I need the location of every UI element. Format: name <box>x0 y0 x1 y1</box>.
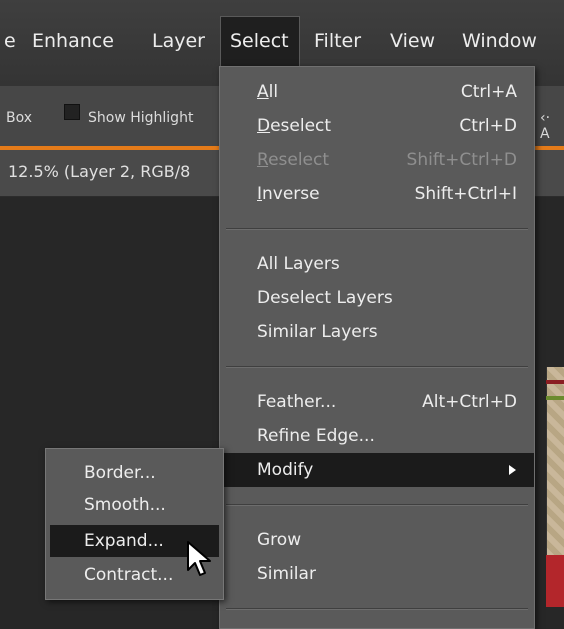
menu-item-label: Refine Edge... <box>257 426 375 446</box>
menu-item-similar-layers[interactable]: Similar Layers <box>220 315 534 349</box>
menu-layer[interactable]: Layer <box>152 28 205 54</box>
select-dropdown-menu: All Ctrl+A Deselect Ctrl+D Reselect Shif… <box>219 66 535 629</box>
menu-item-all[interactable]: All Ctrl+A <box>220 75 534 109</box>
show-highlight-checkbox[interactable] <box>64 104 80 120</box>
menu-item-label: Reselect <box>257 150 330 170</box>
menu-item-deselect[interactable]: Deselect Ctrl+D <box>220 109 534 143</box>
menu-item-shortcut: Ctrl+D <box>459 116 517 136</box>
menu-item-label: Similar <box>257 564 316 584</box>
show-highlight-label[interactable]: Show Highlight <box>88 110 193 126</box>
menu-item-deselect-layers[interactable]: Deselect Layers <box>220 281 534 315</box>
chevron-right-icon <box>509 465 516 475</box>
menu-item-refine-edge[interactable]: Refine Edge... <box>220 419 534 453</box>
menu-item-label: All <box>257 82 279 102</box>
menu-separator <box>226 608 528 610</box>
submenu-item-smooth[interactable]: Smooth... <box>50 489 219 521</box>
menu-separator <box>226 504 528 506</box>
menu-item-label: Feather... <box>257 392 337 412</box>
menu-item-label: Inverse <box>257 184 320 204</box>
menu-item-all-layers[interactable]: All Layers <box>220 247 534 281</box>
menu-item-shortcut: Ctrl+A <box>460 82 517 102</box>
menu-filter[interactable]: Filter <box>314 28 361 54</box>
menu-item-similar[interactable]: Similar <box>220 557 534 591</box>
menu-item-reselect: Reselect Shift+Ctrl+D <box>220 143 534 177</box>
menu-item-shortcut: Shift+Ctrl+I <box>414 184 517 204</box>
menu-item-shortcut: Shift+Ctrl+D <box>406 150 517 170</box>
menu-separator <box>226 366 528 368</box>
menu-item-label: All Layers <box>257 254 340 274</box>
menu-item-label: Modify <box>257 460 314 480</box>
submenu-item-label: Expand... <box>84 531 164 551</box>
menu-select[interactable]: Select <box>230 28 289 54</box>
menu-item-grow[interactable]: Grow <box>220 523 534 557</box>
document-title: 12.5% (Layer 2, RGB/8 <box>8 162 191 181</box>
canvas-image-red-region <box>546 555 564 607</box>
submenu-item-border[interactable]: Border... <box>50 457 219 489</box>
menu-file-fragment[interactable]: e <box>4 28 16 54</box>
menu-item-shortcut: Alt+Ctrl+D <box>422 392 517 412</box>
submenu-item-label: Smooth... <box>84 495 166 515</box>
menu-separator <box>226 228 528 230</box>
menu-item-modify[interactable]: Modify <box>220 453 534 487</box>
mouse-pointer-icon <box>187 541 211 576</box>
menu-item-label: Similar Layers <box>257 322 378 342</box>
options-right-fragment: ‹· A <box>540 110 551 142</box>
canvas-image-trim <box>546 380 564 400</box>
menu-item-label: Deselect <box>257 116 332 136</box>
menu-item-label: Deselect Layers <box>257 288 393 308</box>
menu-item-label: Grow <box>257 530 302 550</box>
menu-view[interactable]: View <box>390 28 435 54</box>
submenu-item-label: Border... <box>84 463 156 483</box>
menu-item-feather[interactable]: Feather... Alt+Ctrl+D <box>220 385 534 419</box>
menu-window[interactable]: Window <box>462 28 537 54</box>
box-label: Box <box>6 110 33 126</box>
submenu-item-label: Contract... <box>84 565 174 585</box>
menu-enhance[interactable]: Enhance <box>32 28 114 54</box>
menu-item-inverse[interactable]: Inverse Shift+Ctrl+I <box>220 177 534 211</box>
